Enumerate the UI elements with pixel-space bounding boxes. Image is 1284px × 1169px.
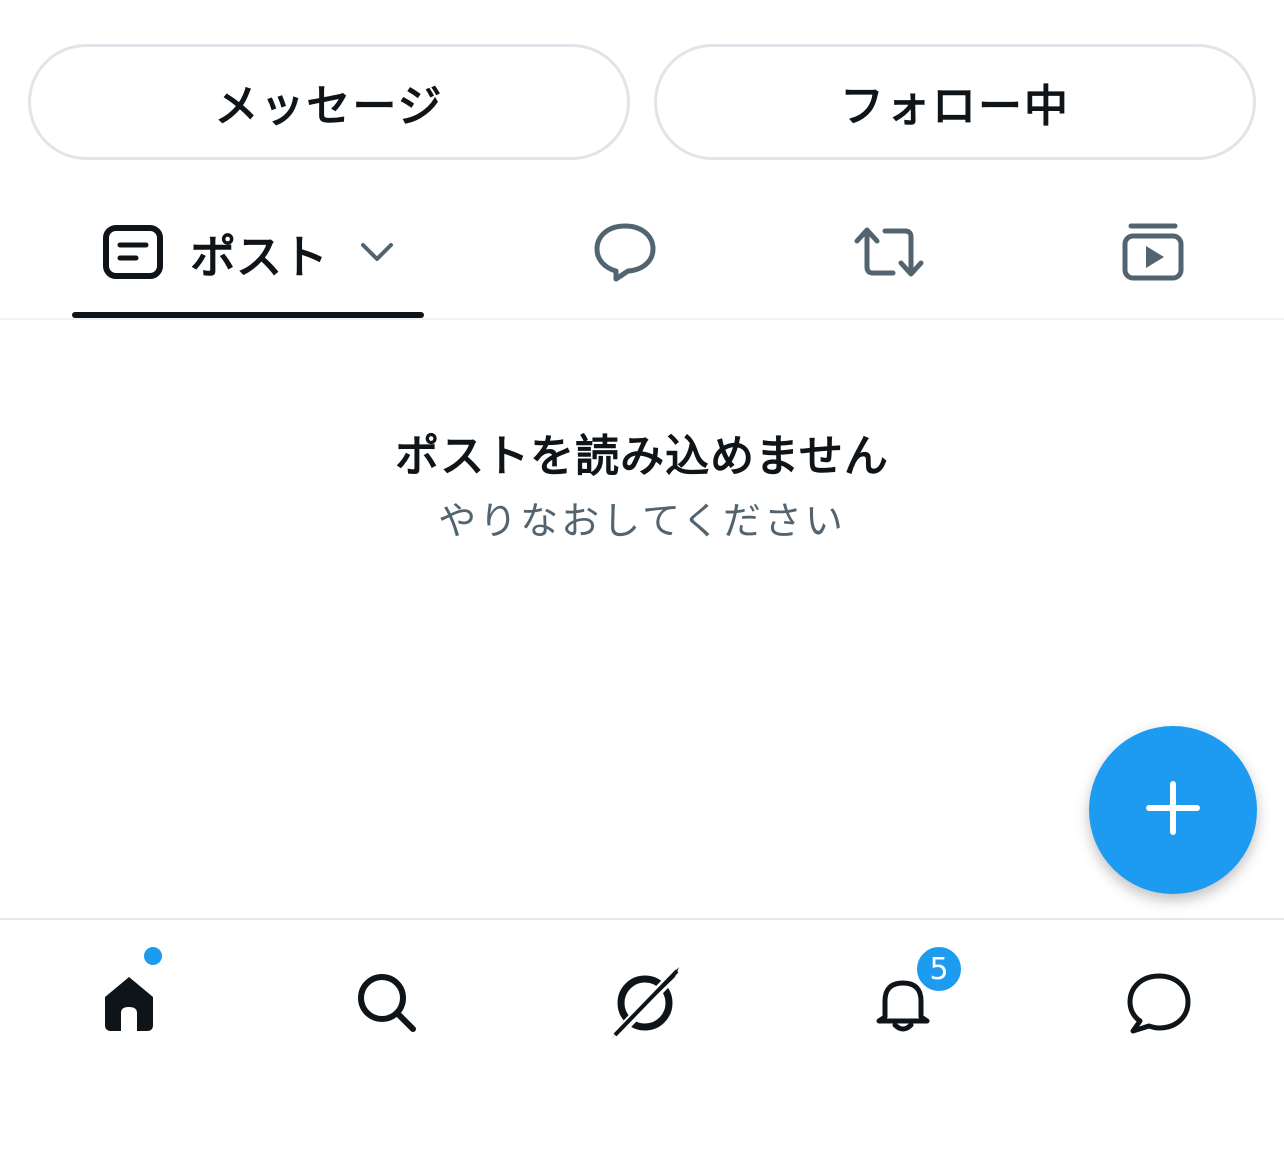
following-button-label: フォロー中 (840, 81, 1070, 132)
notifications-badge: 5 (914, 944, 964, 994)
message-button[interactable]: メッセージ (28, 44, 630, 160)
tab-posts[interactable]: ポスト (72, 190, 424, 318)
repost-icon (851, 223, 927, 285)
home-icon (97, 971, 161, 1039)
nav-home[interactable] (74, 950, 184, 1060)
grok-icon (605, 963, 685, 1047)
compose-button[interactable] (1089, 726, 1257, 894)
chevron-down-icon[interactable] (360, 241, 394, 267)
active-tab-indicator (72, 312, 424, 318)
empty-state-title: ポストを読み込めません (395, 431, 889, 482)
notifications-badge-count: 5 (929, 951, 949, 987)
plus-icon (1145, 780, 1201, 840)
media-play-icon (1121, 221, 1185, 287)
tab-posts-label: ポスト (190, 230, 328, 284)
empty-state: ポストを読み込めません やりなおしてください (0, 420, 1284, 545)
tab-media[interactable] (1088, 190, 1218, 318)
empty-state-subtitle: やりなおしてください (438, 499, 846, 543)
following-button[interactable]: フォロー中 (654, 44, 1256, 160)
bottom-navigation (0, 918, 1284, 1169)
messages-icon (1125, 971, 1193, 1039)
tab-replies[interactable] (560, 190, 690, 318)
nav-messages[interactable] (1104, 950, 1214, 1060)
reply-bubble-icon (592, 221, 658, 287)
nav-search[interactable] (332, 950, 442, 1060)
profile-tab-bar: ポスト (0, 190, 1284, 320)
message-button-label: メッセージ (214, 81, 444, 132)
search-icon (355, 971, 419, 1039)
nav-grok[interactable] (590, 950, 700, 1060)
post-icon (102, 224, 164, 284)
home-unread-dot (142, 945, 164, 967)
tab-reposts[interactable] (824, 190, 954, 318)
